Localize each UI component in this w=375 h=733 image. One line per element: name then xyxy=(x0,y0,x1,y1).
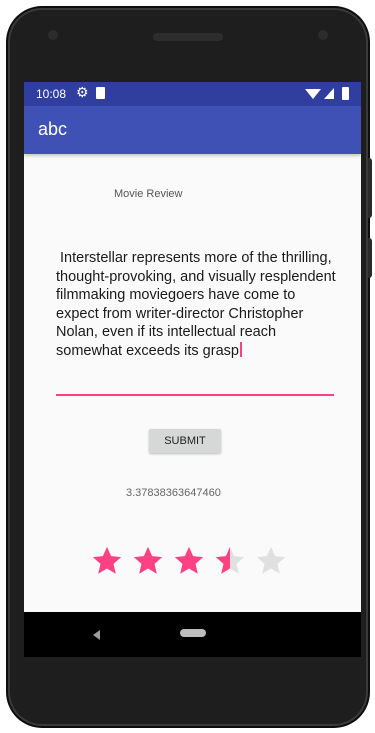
earpiece xyxy=(153,33,223,41)
app-bar: abc xyxy=(24,106,361,154)
movie-review-label: Movie Review xyxy=(114,188,183,200)
battery-icon xyxy=(342,87,349,100)
app-title: abc xyxy=(38,119,68,139)
sdcard-icon xyxy=(96,87,105,99)
rating-star[interactable] xyxy=(90,544,124,578)
review-input-underline xyxy=(56,394,334,396)
submit-button[interactable]: SUBMIT xyxy=(149,429,221,453)
result-value: 3.37838363647460 xyxy=(126,487,221,499)
gear-icon: ⚙ xyxy=(76,84,89,100)
rating-star[interactable] xyxy=(131,544,165,578)
wifi-icon xyxy=(305,89,321,99)
rating-bar[interactable] xyxy=(90,544,310,584)
status-bar: 10:08 ⚙ xyxy=(24,82,361,106)
rating-star[interactable] xyxy=(172,544,206,578)
review-text: Interstellar represents more of the thri… xyxy=(56,250,340,359)
text-cursor xyxy=(239,341,242,357)
review-input[interactable]: Interstellar represents more of the thri… xyxy=(56,249,336,360)
front-camera xyxy=(48,30,58,40)
back-icon[interactable] xyxy=(93,630,100,640)
rating-star[interactable] xyxy=(213,544,247,578)
sensor xyxy=(318,30,328,40)
signal-icon xyxy=(324,88,334,99)
home-icon[interactable] xyxy=(180,629,206,637)
screen: 10:08 ⚙ abc Movie Review Interstellar re… xyxy=(24,82,361,657)
rating-star[interactable] xyxy=(254,544,288,578)
status-time: 10:08 xyxy=(36,87,67,101)
navigation-bar xyxy=(24,612,361,657)
